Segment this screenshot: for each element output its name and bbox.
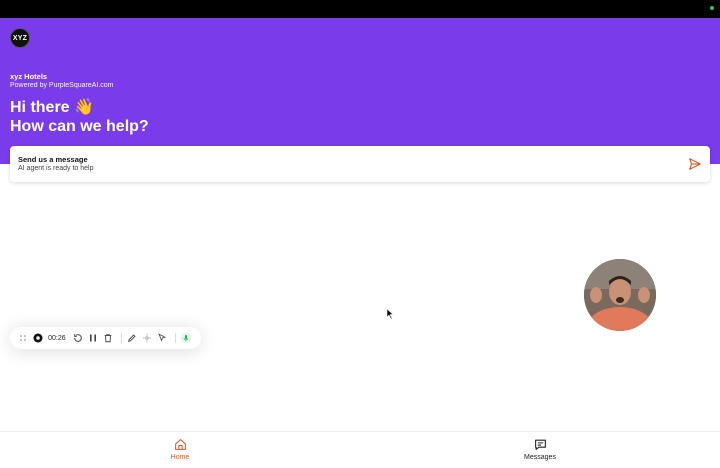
hero-header: XYZ xyz Hotels Powered by PurpleSquareAI… xyxy=(0,18,720,164)
toolbar-divider xyxy=(120,333,122,343)
webcam-bubble[interactable] xyxy=(584,259,656,331)
pen-icon[interactable] xyxy=(126,331,139,345)
greeting: Hi there 👋 How can we help? xyxy=(10,98,149,136)
system-top-bar xyxy=(0,0,720,18)
powered-by: Powered by PurpleSquareAI.com xyxy=(10,82,114,89)
greeting-line-1: Hi there 👋 xyxy=(10,99,94,116)
status-dot xyxy=(710,6,714,10)
nav-home-label: Home xyxy=(170,454,190,461)
send-message-title: Send us a message xyxy=(18,155,88,164)
nav-messages-label: Messages xyxy=(524,454,556,461)
brand-logo: XYZ xyxy=(10,28,30,48)
screen-recorder-toolbar: 00:26 xyxy=(10,327,201,349)
send-message-subtitle: AI agent is ready to help xyxy=(18,165,94,172)
bottom-navigation: Home Messages xyxy=(0,431,720,468)
messages-icon xyxy=(534,439,546,450)
cursor-highlight-icon[interactable] xyxy=(156,331,169,345)
trash-icon[interactable] xyxy=(102,331,115,345)
drag-handle-icon[interactable] xyxy=(16,331,29,345)
home-icon xyxy=(174,439,186,450)
nav-messages[interactable]: Messages xyxy=(510,438,570,461)
send-message-card[interactable]: Send us a message AI agent is ready to h… xyxy=(10,146,710,182)
stop-record-icon[interactable] xyxy=(31,331,44,345)
recording-timer: 00:26 xyxy=(48,334,66,342)
nav-home[interactable]: Home xyxy=(150,438,210,461)
toolbar-divider xyxy=(174,333,176,343)
pause-icon[interactable] xyxy=(87,331,100,345)
restart-icon[interactable] xyxy=(72,331,85,345)
spotlight-icon[interactable] xyxy=(141,331,154,345)
send-icon[interactable] xyxy=(688,157,702,171)
webcam-person-image xyxy=(584,259,656,331)
greeting-line-2: How can we help? xyxy=(10,118,149,135)
microphone-icon[interactable] xyxy=(180,331,193,345)
mouse-cursor-icon xyxy=(387,309,394,319)
brand-name: xyz Hotels xyxy=(10,72,48,81)
